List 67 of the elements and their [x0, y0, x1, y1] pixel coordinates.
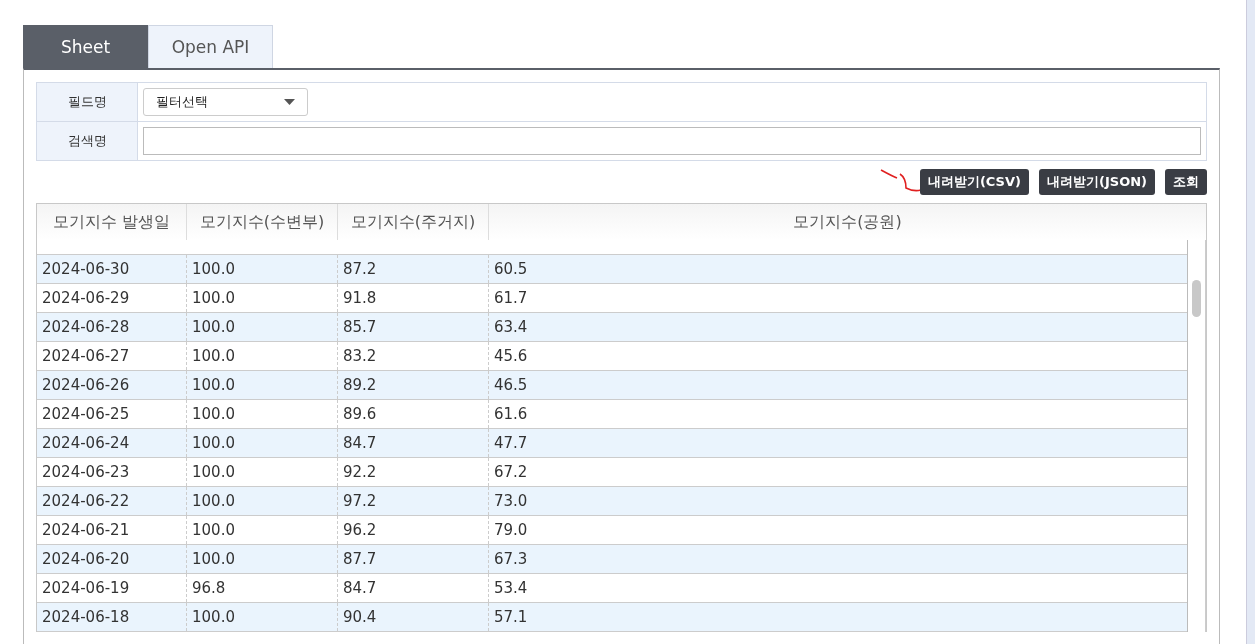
table-cell: 84.7: [338, 429, 489, 457]
table-cell-text: 46.5: [493, 375, 529, 396]
table-cell: 2024-06-28: [37, 313, 187, 341]
table-cell: 87.2: [338, 255, 489, 283]
table-cell: 100.0: [187, 371, 338, 399]
table-cell: 100.0: [187, 458, 338, 486]
table-cell-text: 60.5: [493, 259, 529, 280]
table-cell: 97.2: [338, 487, 489, 515]
table-cell: 2024-06-29: [37, 284, 187, 312]
table-cell: 87.7: [338, 545, 489, 573]
caret-icon: [284, 99, 295, 105]
column-header: 모기지수(수변부): [187, 204, 338, 240]
scrollbar-thumb[interactable]: [1192, 280, 1201, 317]
table-cell-text: 61.6: [493, 404, 529, 425]
table-cell: 100.0: [187, 516, 338, 544]
table-cell: 2024-06-19: [37, 574, 187, 602]
column-header: 모기지수(공원): [792, 210, 903, 233]
table-cell: 96.2: [338, 516, 489, 544]
table-cell: 2024-06-23: [37, 458, 187, 486]
table-cell-text: 63.4: [493, 317, 529, 338]
table-cell: 2024-06-27: [37, 342, 187, 370]
table-cell: 2024-06-26: [37, 371, 187, 399]
action-button[interactable]: 조회: [1165, 169, 1207, 195]
action-button[interactable]: 내려받기(JSON): [1039, 169, 1155, 195]
table-cell: 2024-06-24: [37, 429, 187, 457]
table-cell: 83.2: [338, 342, 489, 370]
table-cell-text: 45.6: [493, 346, 529, 367]
tab[interactable]: Open API: [148, 25, 273, 68]
table-cell: 100.0: [187, 313, 338, 341]
table-cell: 85.7: [338, 313, 489, 341]
search-field[interactable]: [143, 127, 1201, 155]
table-cell: 100.0: [187, 545, 338, 573]
table-cell: 100.0: [187, 429, 338, 457]
field-label: 검색명: [37, 122, 138, 160]
table-cell: 2024-06-20: [37, 545, 187, 573]
table-cell-text: 73.0: [493, 491, 529, 512]
table-cell: 89.6: [338, 400, 489, 428]
table-cell: 84.7: [338, 574, 489, 602]
action-button[interactable]: 내려받기(CSV): [919, 169, 1029, 195]
table-cell: 100.0: [187, 603, 338, 631]
table-cell-text: 79.0: [493, 520, 529, 541]
table-cell-text: 53.4: [493, 578, 529, 599]
table-cell: 92.2: [338, 458, 489, 486]
table-cell: 2024-06-22: [37, 487, 187, 515]
column-header: 모기지수 발생일: [37, 204, 187, 240]
field-label: 필드명: [37, 83, 138, 121]
table-cell: 2024-06-18: [37, 603, 187, 631]
table-cell: 90.4: [338, 603, 489, 631]
table-cell: 2024-06-21: [37, 516, 187, 544]
column-header: 모기지수(주거지): [338, 204, 489, 240]
table-cell-text: 47.7: [493, 433, 529, 454]
tab[interactable]: Sheet: [23, 25, 148, 68]
table-cell-text: 67.2: [493, 462, 529, 483]
table-cell: 100.0: [187, 284, 338, 312]
table-cell-text: 57.1: [493, 607, 529, 628]
table-cell: 100.0: [187, 400, 338, 428]
table-cell-text: 67.3: [493, 549, 529, 570]
table-cell: 100.0: [187, 487, 338, 515]
table-cell: 96.8: [187, 574, 338, 602]
table-cell: 2024-06-25: [37, 400, 187, 428]
table-cell-text: 61.7: [493, 288, 529, 309]
table-cell: 100.0: [187, 255, 338, 283]
table-cell: 91.8: [338, 284, 489, 312]
table-cell: 100.0: [187, 342, 338, 370]
table-cell: 2024-06-30: [37, 255, 187, 283]
table-cell: 89.2: [338, 371, 489, 399]
filter-select[interactable]: 필터선택: [143, 88, 308, 116]
